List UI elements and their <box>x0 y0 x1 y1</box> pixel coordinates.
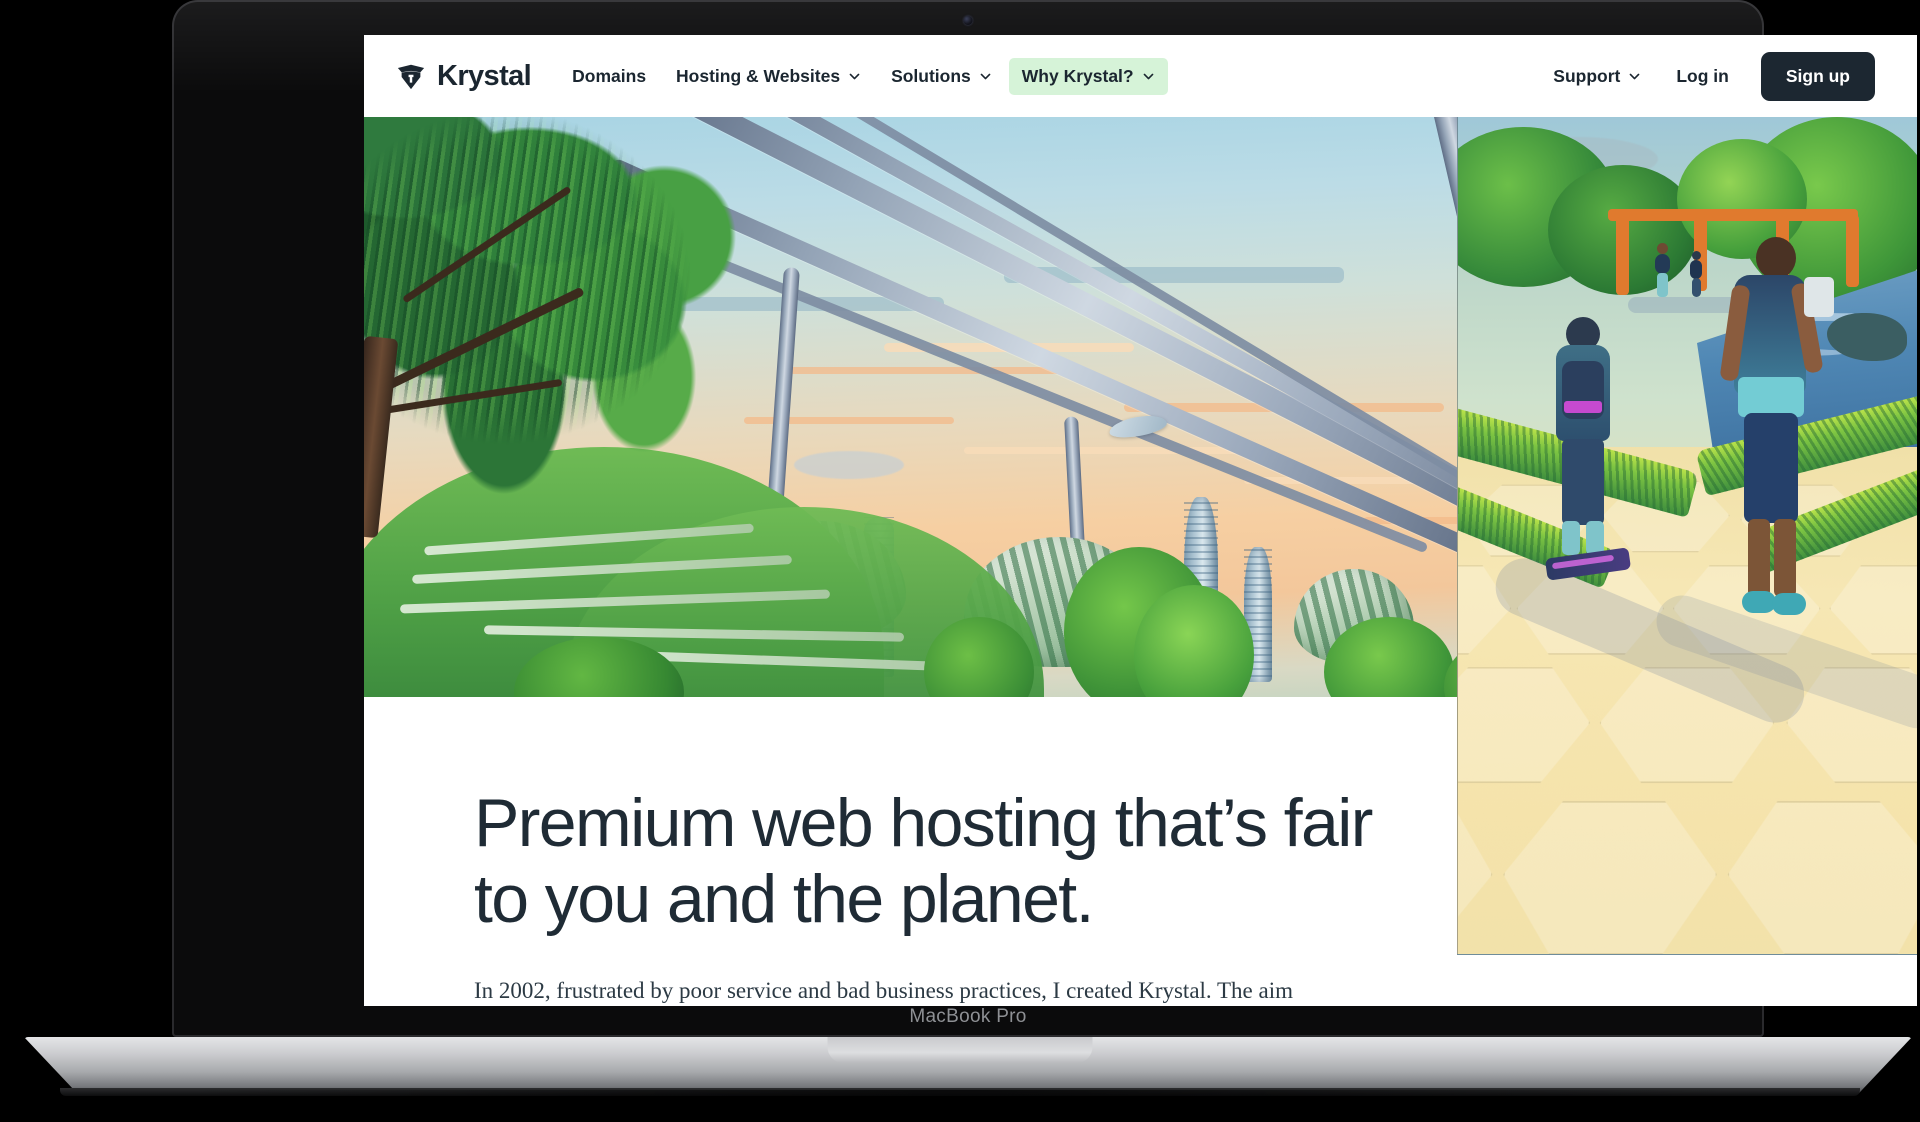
figure-walker <box>1719 237 1834 647</box>
brand-name: Krystal <box>437 59 532 92</box>
primary-navigation: Domains Hosting & Websites Solutions Why… <box>559 57 1168 95</box>
laptop-lid: MacBook Pro Krystal Domains Hosting & We… <box>172 0 1917 1037</box>
intro-paragraph: In 2002, frustrated by poor service and … <box>474 978 1293 1004</box>
hero-content: Premium web hosting that’s fair to you a… <box>364 697 1457 1006</box>
nav-item-hosting-websites[interactable]: Hosting & Websites <box>663 58 874 95</box>
device-bezel-label: MacBook Pro <box>909 1006 1027 1027</box>
signup-button[interactable]: Sign up <box>1760 51 1875 101</box>
page-title: Premium web hosting that’s fair to you a… <box>474 785 1373 938</box>
chevron-down-icon <box>849 73 860 79</box>
chevron-down-icon <box>1143 73 1153 79</box>
site-header: Krystal Domains Hosting & Websites Solut… <box>364 35 1917 117</box>
nav-item-label: Hosting & Websites <box>676 65 841 86</box>
krystal-diamond-logo-icon <box>397 64 425 90</box>
browser-screen: Krystal Domains Hosting & Websites Solut… <box>364 35 1917 1006</box>
nav-item-label: Why Krystal? <box>1021 65 1134 86</box>
camera-dot-icon <box>963 16 973 25</box>
figure-hoverboarder <box>1544 317 1632 597</box>
laptop-drop-shadow <box>0 1090 1920 1116</box>
nav-item-solutions[interactable]: Solutions <box>878 58 1005 95</box>
hero-side-image <box>1457 117 1917 955</box>
nav-item-label: Support <box>1553 65 1621 86</box>
willow-tree <box>364 117 784 539</box>
laptop-base-notch <box>827 1037 1093 1063</box>
chevron-down-icon <box>1629 73 1640 79</box>
brand-logo[interactable]: Krystal <box>396 59 532 93</box>
screenshot-root: MacBook Pro Krystal Domains Hosting & We… <box>0 0 1920 1122</box>
nav-item-label: Domains <box>572 65 647 86</box>
nav-item-domains[interactable]: Domains <box>559 58 659 95</box>
nav-item-label: Solutions <box>891 65 971 86</box>
nav-item-why-krystal[interactable]: Why Krystal? <box>1008 57 1168 95</box>
chevron-down-icon <box>980 73 991 79</box>
login-link[interactable]: Log in <box>1660 58 1744 95</box>
nav-item-support[interactable]: Support <box>1540 58 1654 95</box>
secondary-navigation: Support Log in Sign up <box>1540 51 1875 101</box>
